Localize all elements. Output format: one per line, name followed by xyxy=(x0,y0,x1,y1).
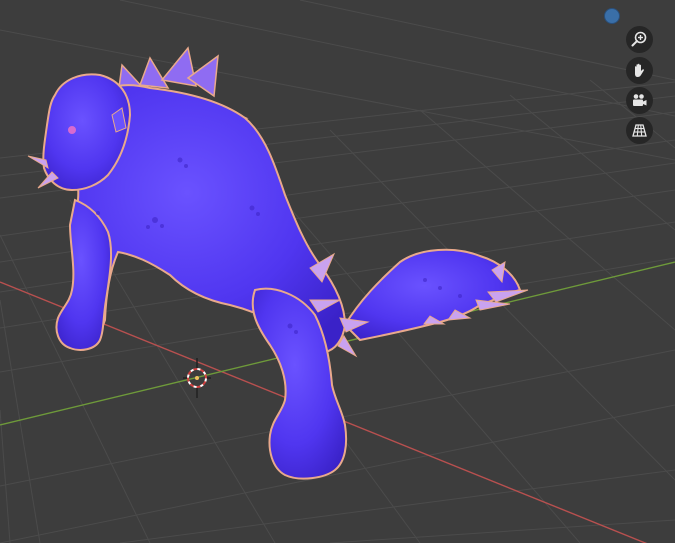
axis-gizmo-icon[interactable] xyxy=(604,8,620,24)
perspective-toggle-button[interactable] xyxy=(626,117,653,144)
zoom-button[interactable] xyxy=(626,26,653,53)
hand-icon xyxy=(635,63,644,77)
camera-icon xyxy=(633,94,647,106)
front-arm xyxy=(55,198,113,351)
3d-viewport[interactable] xyxy=(0,0,675,543)
grid-perspective-icon xyxy=(632,124,647,137)
eye xyxy=(68,126,76,134)
viewport-scene xyxy=(0,0,675,543)
selected-mesh-object[interactable] xyxy=(27,46,529,480)
3d-cursor-icon[interactable] xyxy=(183,358,211,398)
camera-button[interactable] xyxy=(626,87,653,114)
zoom-icon xyxy=(631,31,647,47)
pan-button[interactable] xyxy=(626,57,653,84)
